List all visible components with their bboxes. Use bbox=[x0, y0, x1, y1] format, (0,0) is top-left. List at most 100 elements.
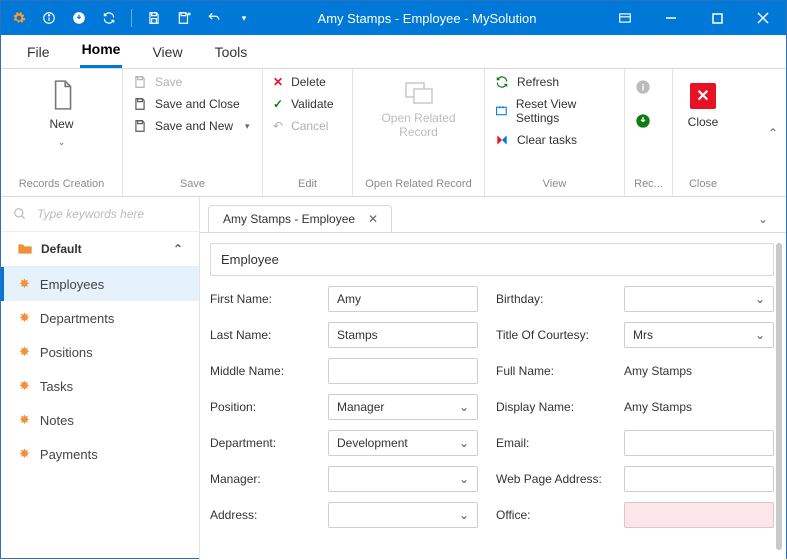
sidebar: Type keywords here Default ⌃ ✸Employees … bbox=[1, 197, 200, 560]
quick-access-toolbar: ▾ bbox=[1, 9, 252, 27]
input-displayname[interactable]: Amy Stamps bbox=[624, 394, 774, 420]
open-related-button: Open Related Record bbox=[353, 69, 484, 140]
gear-icon[interactable] bbox=[11, 10, 27, 26]
expand-tabs-icon[interactable]: ⌄ bbox=[748, 206, 778, 232]
chevron-down-icon: ⌄ bbox=[755, 328, 765, 342]
input-email[interactable] bbox=[624, 430, 774, 456]
clear-tasks-button[interactable]: Clear tasks bbox=[495, 133, 614, 147]
form-grid: First Name: Amy Birthday: ⌄ Last Name: S… bbox=[210, 286, 774, 528]
sidebar-item-departments[interactable]: ✸Departments bbox=[1, 301, 199, 335]
reset-view-button[interactable]: Reset View Settings bbox=[495, 97, 614, 125]
input-fullname[interactable]: Amy Stamps bbox=[624, 358, 774, 384]
label-middlename: Middle Name: bbox=[210, 364, 310, 378]
sidebar-item-payments[interactable]: ✸Payments bbox=[1, 437, 199, 471]
input-lastname[interactable]: Stamps bbox=[328, 322, 478, 348]
check-icon: ✓ bbox=[273, 97, 283, 111]
gear-icon: ✸ bbox=[19, 446, 30, 462]
separator bbox=[131, 9, 132, 27]
chevron-down-icon: ⌄ bbox=[459, 400, 469, 414]
delete-button[interactable]: ✕Delete bbox=[273, 75, 334, 89]
ribbon-display-options[interactable] bbox=[602, 1, 648, 35]
label-fullname: Full Name: bbox=[496, 364, 606, 378]
content-area: Amy Stamps - Employee ✕ ⌄ Employee First… bbox=[200, 197, 786, 560]
input-department[interactable]: Development⌄ bbox=[328, 430, 478, 456]
sidebar-search[interactable]: Type keywords here bbox=[1, 197, 199, 231]
save-close-icon[interactable] bbox=[176, 10, 192, 26]
new-button[interactable]: New ⌄ bbox=[1, 69, 122, 148]
group-label-records: Records Creation bbox=[1, 174, 122, 196]
cancel-button[interactable]: ↶Cancel bbox=[273, 119, 334, 133]
close-icon: ✕ bbox=[690, 83, 716, 109]
gear-icon: ✸ bbox=[19, 378, 30, 394]
input-titlecourtesy[interactable]: Mrs⌄ bbox=[624, 322, 774, 348]
svg-text:i: i bbox=[642, 82, 645, 92]
chevron-down-icon: ⌄ bbox=[755, 292, 765, 306]
clear-icon bbox=[495, 133, 509, 147]
refresh-button[interactable]: Refresh bbox=[495, 75, 614, 89]
tab-view[interactable]: View bbox=[150, 36, 184, 68]
group-label-rec: Rec... bbox=[625, 174, 672, 196]
input-webpage[interactable] bbox=[624, 466, 774, 492]
undo-icon[interactable] bbox=[206, 10, 222, 26]
folder-icon bbox=[17, 243, 33, 255]
group-label-edit: Edit bbox=[263, 174, 352, 196]
sidebar-item-notes[interactable]: ✸Notes bbox=[1, 403, 199, 437]
tab-home[interactable]: Home bbox=[80, 33, 123, 68]
download-icon[interactable] bbox=[71, 10, 87, 26]
gear-icon: ✸ bbox=[19, 276, 30, 292]
label-manager: Manager: bbox=[210, 472, 310, 486]
label-birthday: Birthday: bbox=[496, 292, 606, 306]
workspace: Type keywords here Default ⌃ ✸Employees … bbox=[1, 197, 786, 560]
close-button[interactable]: ✕ Close bbox=[673, 69, 733, 129]
input-manager[interactable]: ⌄ bbox=[328, 466, 478, 492]
gear-icon: ✸ bbox=[19, 310, 30, 326]
download-circle-icon[interactable] bbox=[635, 113, 651, 129]
nav-group-default[interactable]: Default ⌃ bbox=[1, 231, 199, 267]
maximize-button[interactable] bbox=[694, 1, 740, 35]
chevron-down-icon: ⌄ bbox=[58, 137, 66, 148]
info-circle-icon[interactable]: i bbox=[635, 79, 651, 95]
close-window-button[interactable] bbox=[740, 1, 786, 35]
ribbon: New ⌄ Records Creation Save Save and Clo… bbox=[1, 69, 786, 197]
tab-file[interactable]: File bbox=[25, 36, 52, 68]
close-tab-icon[interactable]: ✕ bbox=[365, 212, 381, 226]
document-tab[interactable]: Amy Stamps - Employee ✕ bbox=[208, 205, 392, 232]
input-office[interactable] bbox=[624, 502, 774, 528]
label-firstname: First Name: bbox=[210, 292, 310, 306]
input-position[interactable]: Manager⌄ bbox=[328, 394, 478, 420]
minimize-button[interactable] bbox=[648, 1, 694, 35]
tab-tools[interactable]: Tools bbox=[213, 36, 250, 68]
document-tab-bar: Amy Stamps - Employee ✕ ⌄ bbox=[200, 197, 786, 232]
save-close-icon bbox=[133, 97, 147, 111]
group-label-save: Save bbox=[123, 174, 262, 196]
refresh-icon[interactable] bbox=[101, 10, 117, 26]
gear-icon: ✸ bbox=[19, 344, 30, 360]
label-titlecourtesy: Title Of Courtesy: bbox=[496, 328, 606, 342]
input-firstname[interactable]: Amy bbox=[328, 286, 478, 312]
window-controls bbox=[602, 1, 786, 35]
sidebar-item-employees[interactable]: ✸Employees bbox=[1, 267, 199, 301]
save-icon bbox=[133, 75, 147, 89]
input-birthday[interactable]: ⌄ bbox=[624, 286, 774, 312]
scrollbar[interactable] bbox=[776, 243, 782, 550]
save-new-button[interactable]: Save and New▾ bbox=[133, 119, 250, 133]
save-icon[interactable] bbox=[146, 10, 162, 26]
sidebar-item-positions[interactable]: ✸Positions bbox=[1, 335, 199, 369]
label-department: Department: bbox=[210, 436, 310, 450]
document-tab-label: Amy Stamps - Employee bbox=[223, 212, 355, 226]
input-address[interactable]: ⌄ bbox=[328, 502, 478, 528]
qat-dropdown-icon[interactable]: ▾ bbox=[236, 10, 252, 26]
save-button[interactable]: Save bbox=[133, 75, 250, 89]
back-arrow-icon: ↶ bbox=[273, 119, 283, 133]
save-close-button[interactable]: Save and Close bbox=[133, 97, 250, 111]
group-label-openrelated: Open Related Record bbox=[353, 174, 484, 196]
label-address: Address: bbox=[210, 508, 310, 522]
info-icon[interactable] bbox=[41, 10, 57, 26]
label-displayname: Display Name: bbox=[496, 400, 606, 414]
validate-button[interactable]: ✓Validate bbox=[273, 97, 334, 111]
sidebar-item-tasks[interactable]: ✸Tasks bbox=[1, 369, 199, 403]
input-middlename[interactable] bbox=[328, 358, 478, 384]
label-webpage: Web Page Address: bbox=[496, 472, 606, 486]
collapse-ribbon-icon[interactable]: ⌃ bbox=[768, 126, 778, 140]
label-office: Office: bbox=[496, 508, 606, 522]
